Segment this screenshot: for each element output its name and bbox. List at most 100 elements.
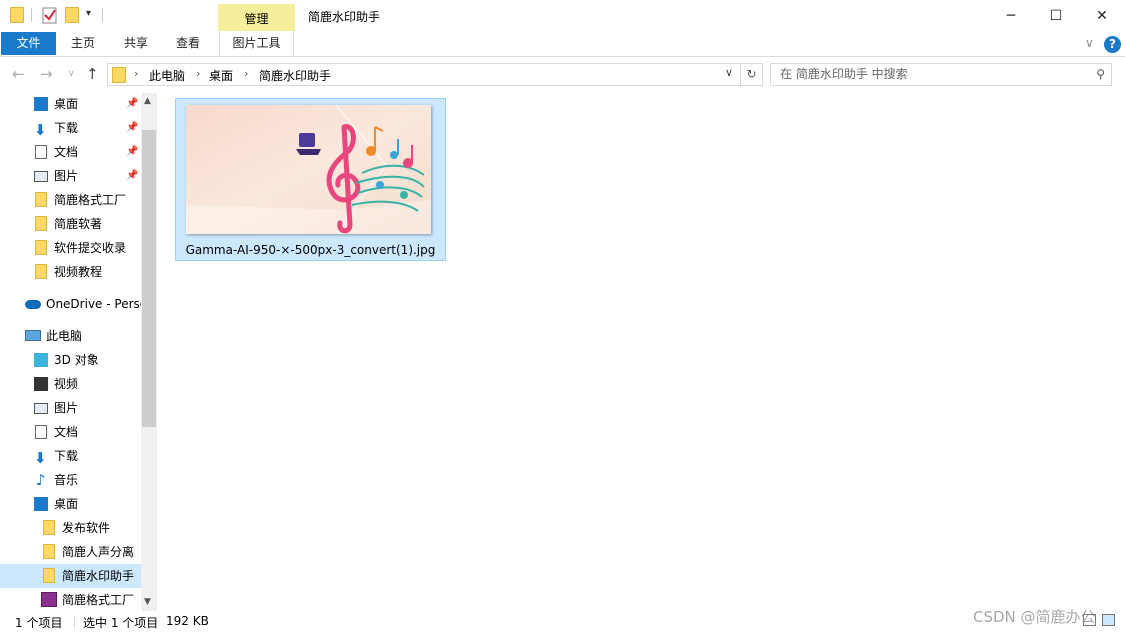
scroll-up-icon[interactable]: ▲	[144, 96, 151, 106]
nav-item-folder[interactable]: 发布软件	[0, 516, 141, 540]
nav-item-pictures[interactable]: 图片	[0, 396, 141, 420]
pin-icon: 📌	[126, 146, 139, 157]
item-count: 1 个项目	[15, 616, 63, 630]
up-button[interactable]: ↑	[86, 65, 99, 83]
refresh-button[interactable]: ↻	[741, 63, 763, 86]
3d-objects-icon	[34, 353, 48, 367]
nav-item-label: 简鹿软著	[54, 217, 103, 231]
nav-item-this-pc[interactable]: 此电脑	[0, 324, 141, 348]
divider	[74, 615, 75, 629]
back-button[interactable]: ←	[12, 65, 25, 83]
folder-quick-icon[interactable]	[10, 6, 26, 24]
nav-item-label: 视频	[54, 377, 79, 391]
nav-item-folder[interactable]: 软件提交收录	[0, 236, 141, 260]
nav-item-current-folder[interactable]: 简鹿水印助手	[0, 564, 141, 588]
folder-icon	[35, 264, 47, 279]
breadcrumb-this-pc[interactable]: 此电脑	[149, 67, 185, 84]
pictures-icon	[34, 403, 48, 414]
nav-item-label: 3D 对象	[54, 353, 99, 367]
search-icon[interactable]: ⚲	[1096, 67, 1105, 81]
divider	[102, 8, 103, 22]
nav-item-desktop[interactable]: 桌面	[0, 492, 141, 516]
expand-ribbon-icon[interactable]: ∨	[1085, 36, 1094, 50]
nav-item-label: 图片	[54, 169, 79, 183]
folder-icon	[35, 192, 47, 207]
search-input[interactable]	[780, 67, 1080, 81]
document-icon	[35, 425, 47, 439]
divider	[31, 8, 32, 22]
music-icon: ♪	[36, 471, 46, 489]
address-dropdown-icon[interactable]: ∨	[725, 66, 733, 79]
nav-item-desktop[interactable]: 桌面 📌	[0, 92, 141, 116]
rar-icon	[41, 592, 57, 607]
download-icon: ⬇	[34, 449, 47, 467]
tab-share[interactable]: 共享	[115, 31, 157, 56]
nav-item-archive[interactable]: 简鹿格式工厂	[0, 588, 141, 611]
help-icon[interactable]: ?	[1104, 36, 1121, 53]
tab-view[interactable]: 查看	[167, 31, 209, 56]
tab-home[interactable]: 主页	[62, 31, 104, 56]
pin-icon: 📌	[126, 122, 139, 133]
document-icon	[35, 145, 47, 159]
properties-quick-icon[interactable]	[42, 6, 58, 24]
nav-item-label: 下载	[54, 121, 79, 135]
minimize-button[interactable]: ─	[988, 0, 1034, 31]
pictures-icon	[34, 171, 48, 182]
nav-item-pictures[interactable]: 图片 📌	[0, 164, 141, 188]
details-view-icon[interactable]	[1083, 614, 1096, 626]
breadcrumb-desktop[interactable]: 桌面	[209, 67, 233, 84]
nav-item-label: 桌面	[54, 97, 79, 111]
chevron-right-icon[interactable]: ›	[244, 67, 248, 80]
nav-item-folder[interactable]: 简鹿格式工厂	[0, 188, 141, 212]
file-tile[interactable]: Gamma-AI-950-×-500px-3_convert(1).jpg	[175, 98, 446, 261]
large-icons-view-icon[interactable]	[1102, 614, 1115, 626]
navigation-pane: 桌面 📌 ⬇ 下载 📌 文档 📌 图片 📌 简鹿格式工厂 简鹿软著 软件提交收录…	[0, 91, 158, 611]
scroll-down-icon[interactable]: ▼	[144, 597, 151, 607]
computer-icon	[25, 330, 41, 341]
pin-icon: 📌	[126, 98, 139, 109]
nav-item-onedrive[interactable]: OneDrive - Perso	[0, 292, 141, 316]
scrollbar-thumb[interactable]	[142, 130, 156, 427]
breadcrumb-current-folder[interactable]: 简鹿水印助手	[259, 67, 331, 84]
file-name[interactable]: Gamma-AI-950-×-500px-3_convert(1).jpg	[176, 243, 445, 257]
nav-item-label: OneDrive - Perso	[46, 297, 141, 311]
customize-quick-access-icon[interactable]: ▾	[86, 8, 91, 19]
nav-item-documents[interactable]: 文档 📌	[0, 140, 141, 164]
nav-item-3d-objects[interactable]: 3D 对象	[0, 348, 141, 372]
maximize-button[interactable]: ☐	[1033, 0, 1079, 31]
video-icon	[34, 377, 48, 391]
nav-item-folder[interactable]: 简鹿人声分离	[0, 540, 141, 564]
onedrive-icon	[25, 300, 41, 309]
image-thumbnail	[186, 105, 431, 234]
nav-item-folder[interactable]: 视频教程	[0, 260, 141, 284]
nav-scrollbar[interactable]: ▲ ▼	[141, 93, 157, 611]
tab-file[interactable]: 文件	[1, 32, 56, 55]
nav-item-label: 发布软件	[62, 521, 111, 535]
nav-item-label: 文档	[54, 145, 79, 159]
nav-item-label: 简鹿格式工厂	[62, 593, 135, 607]
close-button[interactable]: ✕	[1079, 0, 1125, 31]
nav-item-downloads[interactable]: ⬇ 下载	[0, 444, 141, 468]
nav-item-music[interactable]: ♪ 音乐	[0, 468, 141, 492]
recent-locations-button[interactable]: ∨	[68, 69, 75, 79]
search-box[interactable]: ⚲	[770, 63, 1112, 86]
desktop-icon	[34, 497, 48, 511]
nav-item-folder[interactable]: 简鹿软著	[0, 212, 141, 236]
nav-item-label: 视频教程	[54, 265, 103, 279]
refresh-icon: ↻	[746, 67, 757, 81]
nav-item-label: 简鹿格式工厂	[54, 193, 127, 207]
tab-picture-tools[interactable]: 图片工具	[219, 31, 294, 56]
new-folder-quick-icon[interactable]	[65, 6, 81, 24]
nav-item-label: 软件提交收录	[54, 241, 127, 255]
chevron-right-icon[interactable]: ›	[196, 67, 200, 80]
minimize-icon: ─	[1006, 7, 1016, 24]
nav-item-downloads[interactable]: ⬇ 下载 📌	[0, 116, 141, 140]
address-bar[interactable]: › 此电脑 › 桌面 › 简鹿水印助手	[107, 63, 741, 86]
manage-tab-group[interactable]: 管理	[218, 4, 295, 31]
title-bar: ▾ 管理 简鹿水印助手 ─ ☐ ✕	[0, 0, 1125, 31]
nav-item-label: 桌面	[54, 497, 79, 511]
nav-item-documents[interactable]: 文档	[0, 420, 141, 444]
manage-tab-label: 管理	[244, 12, 269, 26]
forward-button[interactable]: →	[40, 65, 53, 83]
nav-item-videos[interactable]: 视频	[0, 372, 141, 396]
